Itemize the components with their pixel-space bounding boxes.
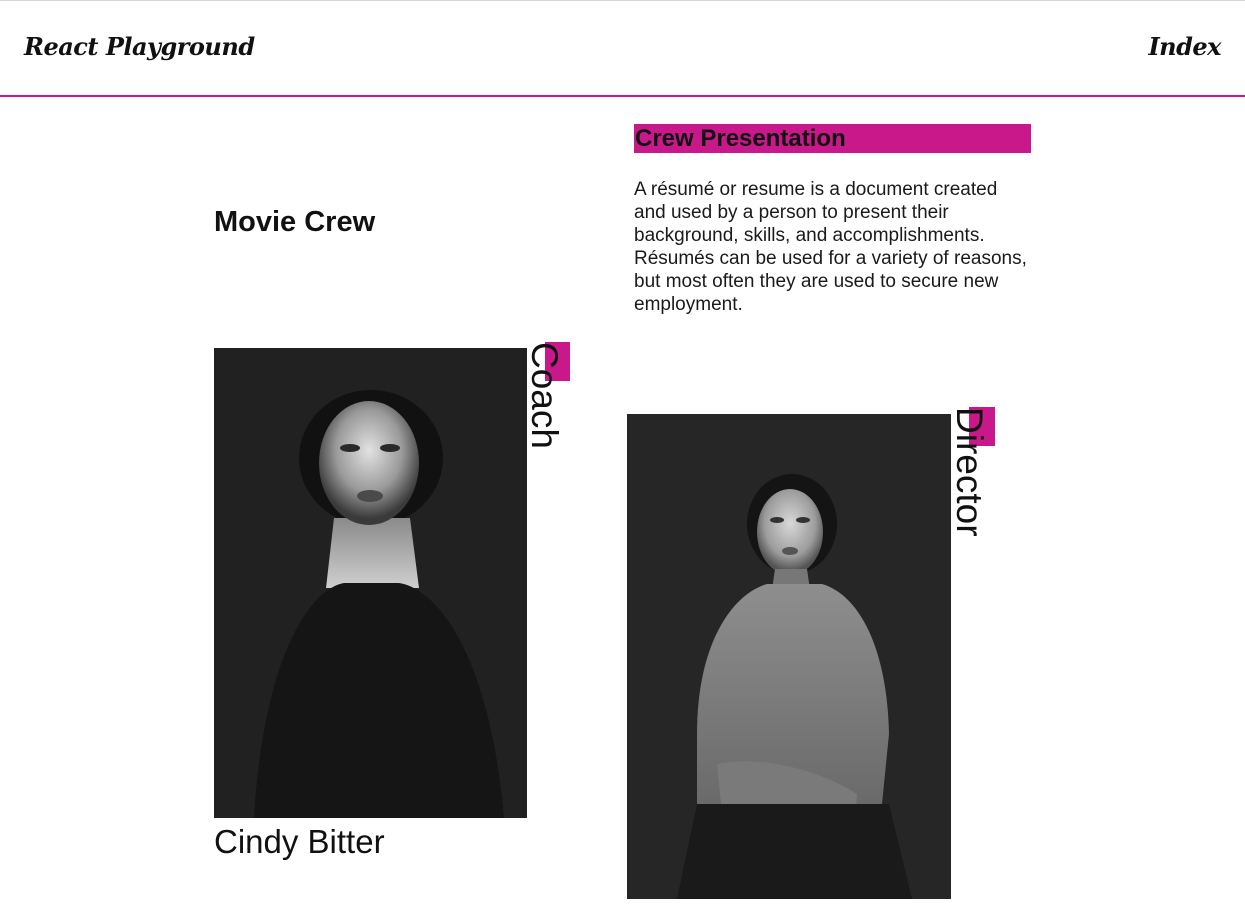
page-title: Movie Crew: [214, 206, 376, 238]
crew-role-coach: Coach: [524, 342, 565, 449]
page: React Playground Index Movie Crew Crew P…: [0, 0, 1245, 905]
intro-heading-highlight: Crew Presentation: [634, 124, 1031, 153]
portrait-image: [214, 348, 527, 818]
intro-paragraph: A résumé or resume is a document created…: [634, 179, 1027, 315]
brand-link[interactable]: React Playground: [24, 32, 255, 61]
site-header: React Playground Index: [0, 1, 1245, 97]
crew-photo-coach: [214, 348, 527, 818]
crew-photo-director: [627, 414, 951, 899]
nav-index-link[interactable]: Index: [1148, 32, 1221, 61]
intro-heading: Crew Presentation: [635, 125, 846, 152]
portrait-image: [627, 414, 951, 899]
crew-role-director: Director: [949, 407, 990, 537]
crew-name: Cindy Bitter: [214, 823, 385, 860]
